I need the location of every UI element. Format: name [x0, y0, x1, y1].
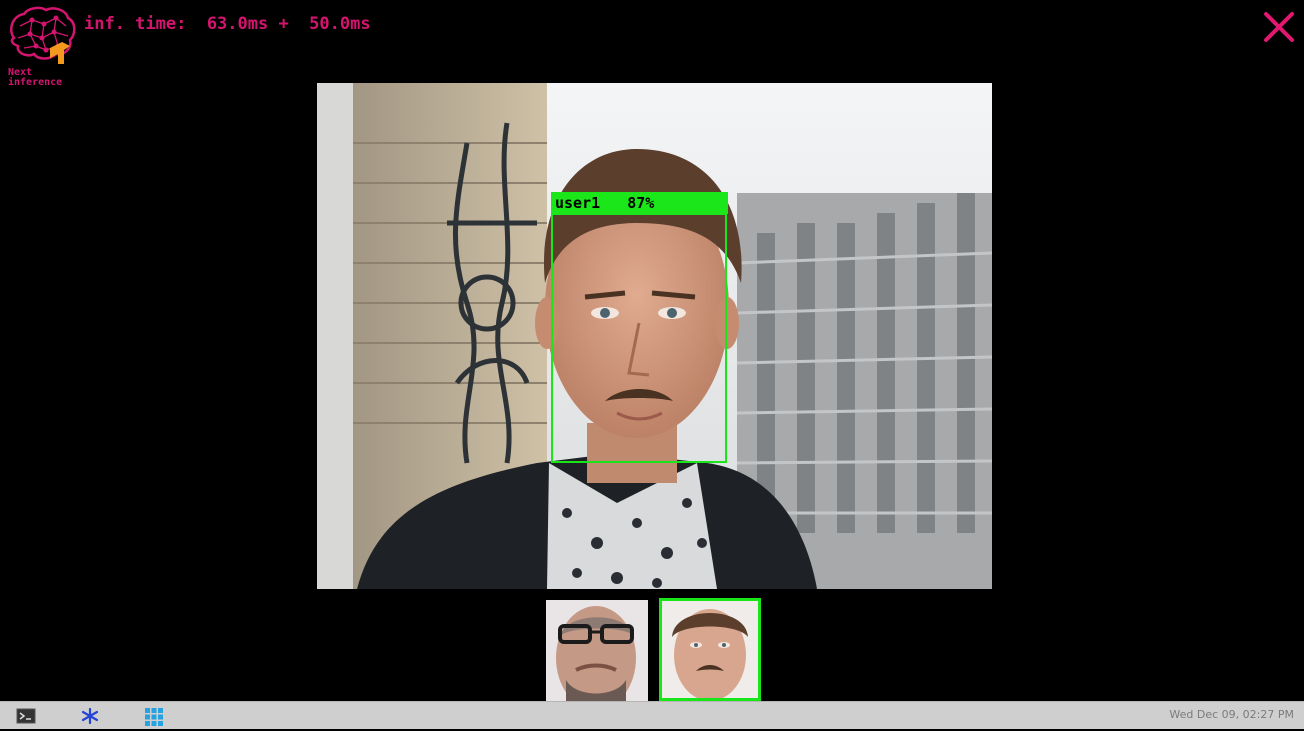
inference-time-label: inf. time: 63.0ms + 50.0ms — [84, 14, 371, 34]
logo-text: Next inference — [8, 68, 88, 88]
viewer-window: Next inference inf. time: 63.0ms + 50.0m… — [0, 0, 1304, 701]
close-button[interactable] — [1262, 10, 1296, 44]
bluetooth-icon[interactable] — [80, 707, 100, 725]
thumbnail-face-user1[interactable] — [659, 598, 761, 701]
detection-label: user1 87% — [551, 192, 728, 214]
thumbnail-image — [662, 601, 758, 698]
brain-icon — [10, 6, 76, 64]
thumbnail-image — [546, 600, 648, 701]
clock: Wed Dec 09, 02:27 PM — [1169, 708, 1294, 721]
logo-line-2: inference — [8, 77, 63, 88]
detection-box — [551, 213, 727, 463]
camera-frame: user1 87% — [317, 83, 992, 589]
app-grid-icon[interactable] — [144, 707, 164, 726]
close-icon — [1264, 12, 1294, 42]
terminal-icon[interactable] — [16, 707, 36, 725]
thumbnail-face-glasses[interactable] — [546, 600, 648, 701]
taskbar: Wed Dec 09, 02:27 PM — [0, 701, 1304, 729]
app-logo: Next inference — [6, 6, 78, 92]
